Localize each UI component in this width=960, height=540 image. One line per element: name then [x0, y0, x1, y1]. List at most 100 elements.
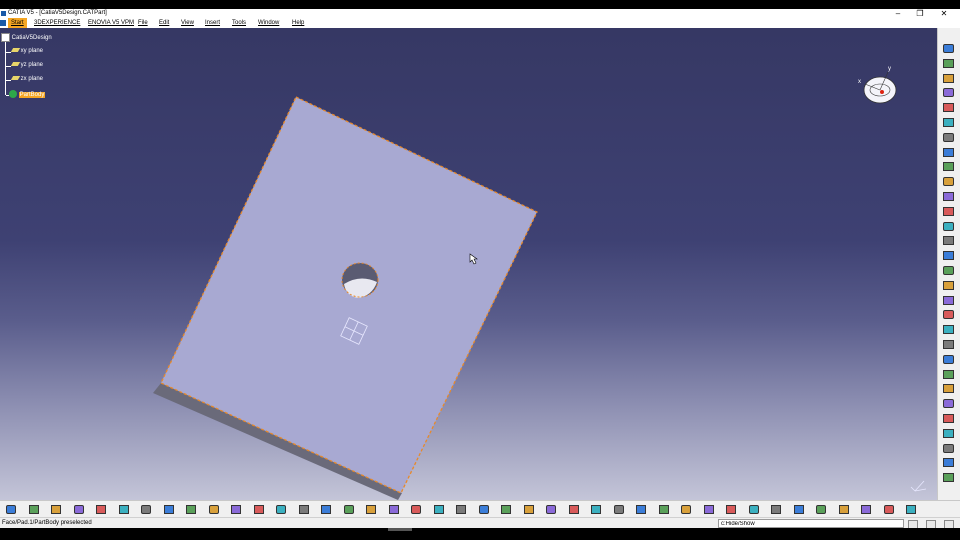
draft-icon[interactable] [943, 310, 954, 320]
sketch-icon[interactable] [943, 73, 954, 83]
pad-icon[interactable] [943, 132, 954, 142]
scroll-indicator [388, 528, 412, 531]
isometric-view-icon[interactable] [478, 505, 489, 514]
shell-icon[interactable] [943, 325, 954, 335]
solid-combine-icon[interactable] [943, 266, 954, 275]
catalog-icon[interactable] [861, 505, 871, 514]
new-icon[interactable] [6, 505, 16, 514]
formula-icon[interactable] [231, 505, 241, 514]
menu-edit[interactable]: Edit [159, 18, 169, 28]
part-model: x y [153, 66, 927, 500]
rotate-icon[interactable] [388, 505, 399, 514]
pocket-icon[interactable] [943, 147, 954, 157]
plane-icon[interactable] [703, 505, 714, 514]
status-button[interactable] [944, 520, 954, 528]
paste-icon[interactable] [141, 505, 151, 514]
sketch-icon[interactable] [943, 118, 954, 127]
print-icon[interactable] [73, 505, 84, 514]
compass-icon[interactable] [943, 44, 954, 53]
normal-view-icon[interactable] [456, 505, 466, 514]
hide-show-icon[interactable] [523, 505, 534, 514]
table-icon[interactable] [276, 505, 286, 514]
menu-insert[interactable]: Insert [205, 18, 220, 28]
catia-app-icon [1, 11, 6, 16]
remove-loft-icon[interactable] [943, 251, 954, 261]
fit-all-icon[interactable] [343, 505, 354, 514]
rib-icon[interactable] [943, 192, 954, 201]
measure-icon[interactable] [943, 458, 954, 468]
point-icon[interactable] [658, 505, 669, 514]
3d-viewport[interactable]: CatiaV5Design xy plane yz plane zx plane… [0, 28, 937, 500]
catia-menu-icon[interactable] [0, 20, 6, 26]
title-bar[interactable]: CATIA V5 - [CatiaV5Design.CATPart] – ❐ ✕ [0, 9, 960, 18]
measure-icon[interactable] [838, 505, 849, 514]
plate-top-face[interactable] [161, 97, 537, 493]
menu-tools[interactable]: Tools [232, 18, 246, 28]
loft-icon[interactable] [943, 236, 954, 246]
menu-help[interactable]: Help [292, 18, 304, 28]
menu-view[interactable]: View [181, 18, 194, 28]
menu-start[interactable]: Start [8, 18, 27, 28]
measure-icon[interactable] [591, 505, 601, 514]
cut-icon[interactable] [96, 505, 106, 514]
compass-icon[interactable]: x y [858, 66, 897, 104]
select-arrow-icon[interactable] [943, 103, 954, 113]
close-button[interactable]: ✕ [934, 9, 954, 18]
sketch-icon[interactable] [726, 505, 736, 514]
render-icon[interactable] [883, 505, 894, 514]
view-axis-triad-icon [910, 480, 927, 492]
copy-icon[interactable] [118, 505, 129, 514]
hole-icon[interactable] [943, 177, 954, 187]
shaft-icon[interactable] [943, 162, 954, 172]
status-button[interactable] [908, 520, 918, 528]
window-title: CATIA V5 - [CatiaV5Design.CATPart] [8, 10, 107, 16]
open-icon[interactable] [28, 505, 39, 514]
redo-icon[interactable] [186, 505, 196, 514]
sketch-icon[interactable] [943, 58, 954, 68]
zoom-out-icon[interactable] [433, 505, 444, 514]
status-button[interactable] [926, 520, 936, 528]
menu-enovia[interactable]: ENOVIA V5 VPM [88, 18, 134, 28]
minimize-button[interactable]: – [888, 9, 908, 18]
menu-window[interactable]: Window [258, 18, 279, 28]
update-icon[interactable] [568, 505, 579, 514]
eraser-icon[interactable] [906, 505, 916, 514]
snap-icon[interactable] [771, 505, 781, 514]
swap-visible-icon[interactable] [546, 505, 556, 514]
line-icon[interactable] [681, 505, 691, 514]
menu-3dexperience[interactable]: 3DEXPERIENCE [34, 18, 80, 28]
slot-icon[interactable] [943, 206, 954, 216]
mirror-icon[interactable] [943, 384, 954, 394]
chamfer-icon[interactable] [943, 295, 954, 305]
restore-button[interactable]: ❐ [910, 9, 930, 18]
thickness-icon[interactable] [943, 340, 954, 349]
constraint-icon[interactable] [748, 505, 759, 514]
zoom-in-icon[interactable] [411, 505, 421, 514]
menu-file[interactable]: File [138, 18, 148, 28]
scaling-icon[interactable] [943, 414, 954, 423]
status-text: Face/Pad.1/PartBody preselected [2, 520, 92, 526]
command-input[interactable] [718, 519, 904, 528]
undo-icon[interactable] [163, 505, 174, 514]
render-style-icon[interactable] [501, 505, 511, 514]
thread-icon[interactable] [943, 354, 954, 364]
axis-icon[interactable] [636, 505, 646, 514]
catia-logo-icon[interactable] [943, 473, 954, 483]
save-icon[interactable] [51, 505, 61, 514]
whats-this-icon[interactable] [208, 505, 219, 514]
apply-material-icon[interactable] [321, 505, 331, 514]
sketch-icon[interactable] [943, 88, 954, 98]
pan-icon[interactable] [366, 505, 376, 514]
fillet-icon[interactable] [943, 280, 954, 290]
boolean-icon[interactable] [943, 428, 954, 438]
status-bar: Face/Pad.1/PartBody preselected [0, 517, 960, 528]
translate-icon[interactable] [943, 369, 954, 379]
pattern-icon[interactable] [943, 399, 954, 409]
hide-icon[interactable] [816, 505, 826, 514]
knowledge-icon[interactable] [253, 505, 264, 514]
split-icon[interactable] [943, 443, 954, 453]
parallelism-icon[interactable] [793, 505, 804, 514]
view-icon[interactable] [298, 505, 309, 514]
analysis-icon[interactable] [613, 505, 624, 514]
stiffener-icon[interactable] [943, 221, 954, 231]
